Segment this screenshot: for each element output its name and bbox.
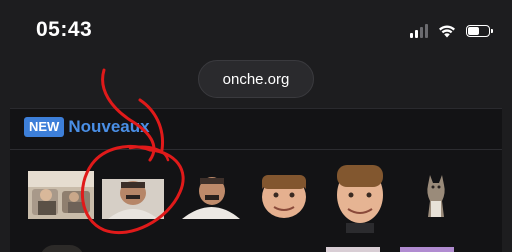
section-header: NEW Nouveaux — [24, 117, 150, 137]
address-bar-url: onche.org — [222, 70, 290, 88]
sticker-next-row-1[interactable] — [326, 247, 380, 252]
sticker-bowlcut-face[interactable] — [256, 171, 312, 219]
sticker-next-row-2[interactable] — [400, 247, 454, 252]
phone-screen: 05:43 onche.org NEW Nouveaux — [0, 0, 512, 252]
sticker-laughing-man[interactable] — [102, 179, 164, 219]
section-divider — [10, 149, 502, 150]
battery-icon — [466, 25, 493, 37]
status-icons — [410, 22, 493, 40]
section-title[interactable]: Nouveaux — [68, 117, 149, 137]
sticker-bowlcut-face-2[interactable] — [332, 159, 388, 233]
web-content: NEW Nouveaux — [10, 108, 502, 252]
sticker-laughing-man-2[interactable] — [180, 173, 242, 219]
address-bar[interactable]: onche.org — [198, 60, 314, 98]
cellular-signal-icon — [410, 24, 428, 38]
sticker-cat[interactable] — [422, 171, 450, 219]
status-time: 05:43 — [36, 18, 93, 41]
sticker-next-row-3[interactable] — [40, 245, 84, 252]
new-badge: NEW — [24, 117, 65, 137]
wifi-icon — [439, 25, 455, 38]
sticker-photo-couch[interactable] — [28, 171, 94, 219]
